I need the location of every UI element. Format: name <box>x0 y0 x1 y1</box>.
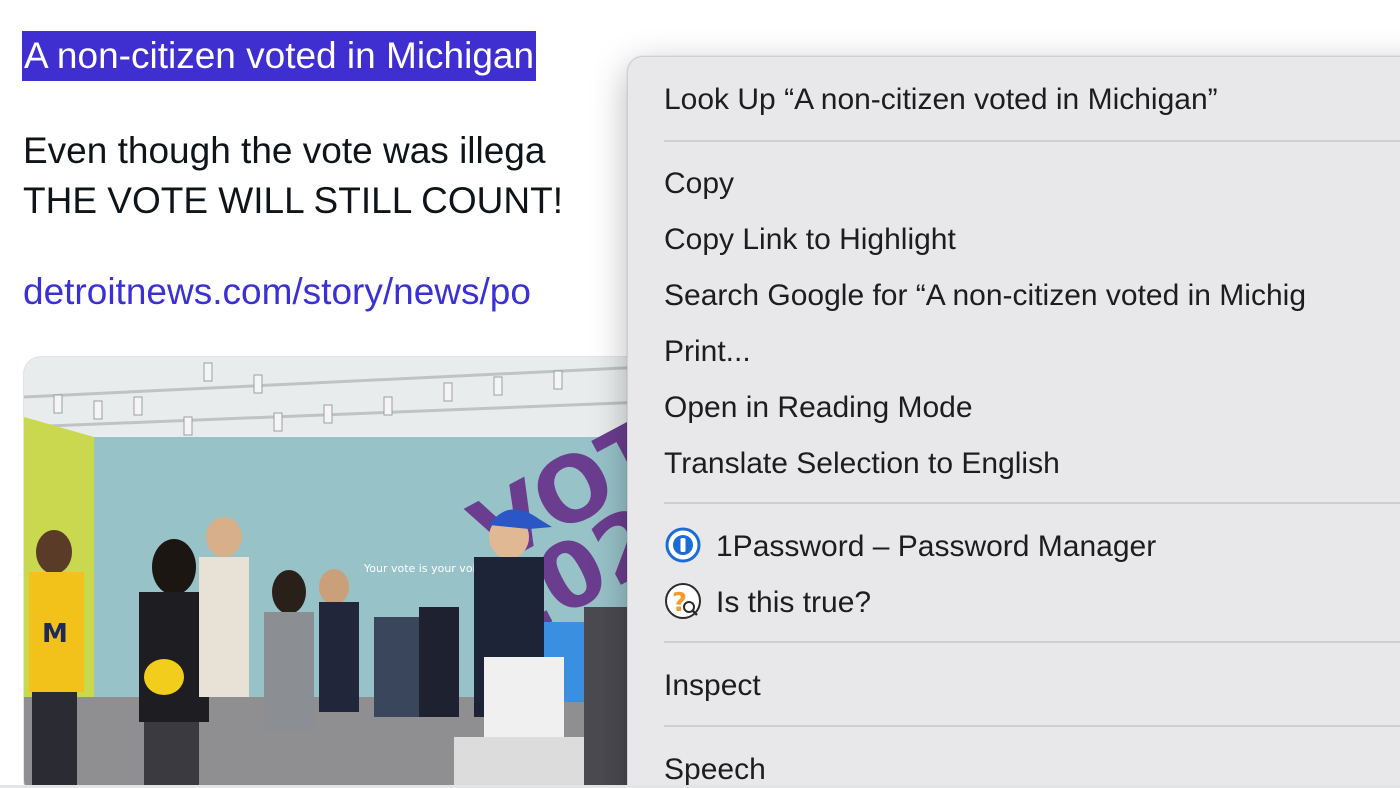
menu-item-speech[interactable]: Speech <box>628 742 1400 788</box>
photo-wall-caption: Your vote is your voic <box>363 562 482 575</box>
browser-page: A non-citizen voted in Michigan Even tho… <box>0 0 1400 788</box>
menu-item-1password-label: 1Password – Password Manager <box>716 530 1157 563</box>
menu-item-is-this-true[interactable]: ? Is this true? <box>628 575 1400 631</box>
question-search-icon: ? <box>664 582 702 620</box>
article-link[interactable]: detroitnews.com/story/news/po <box>23 267 531 317</box>
menu-item-copy-link-label: Copy Link to Highlight <box>664 223 956 256</box>
menu-item-copy-link-to-highlight[interactable]: Copy Link to Highlight <box>628 212 1400 268</box>
menu-item-1password[interactable]: 1Password – Password Manager <box>628 519 1400 575</box>
article-photo-card[interactable]: VOTE 202 Your vote is your voic M <box>23 356 645 788</box>
menu-item-look-up[interactable]: Look Up “A non-citizen voted in Michigan… <box>628 72 1400 128</box>
menu-item-print-label: Print... <box>664 335 751 368</box>
1password-icon <box>664 526 702 564</box>
menu-item-reading-mode-label: Open in Reading Mode <box>664 391 973 424</box>
menu-item-speech-label: Speech <box>664 753 766 786</box>
menu-item-search-google[interactable]: Search Google for “A non-citizen voted i… <box>628 268 1400 324</box>
voters-photo: VOTE 202 Your vote is your voic M <box>24 357 644 788</box>
menu-item-search-google-label: Search Google for “A non-citizen voted i… <box>664 279 1306 312</box>
tweet-body: Even though the vote was illega THE VOTE… <box>23 126 643 226</box>
menu-item-is-this-true-label: Is this true? <box>716 586 872 619</box>
menu-item-translate-label: Translate Selection to English <box>664 447 1060 480</box>
photo-jersey-letter: M <box>42 619 68 649</box>
menu-item-look-up-label: Look Up “A non-citizen voted in Michigan… <box>664 83 1218 116</box>
selected-headline-text[interactable]: A non-citizen voted in Michigan <box>22 31 537 81</box>
menu-item-copy-label: Copy <box>664 167 735 200</box>
context-menu: Look Up “A non-citizen voted in Michigan… <box>627 56 1400 788</box>
menu-item-inspect[interactable]: Inspect <box>628 658 1400 714</box>
menu-item-inspect-label: Inspect <box>664 669 761 702</box>
menu-item-copy[interactable]: Copy <box>628 156 1400 212</box>
menu-item-open-reading-mode[interactable]: Open in Reading Mode <box>628 380 1400 436</box>
menu-separator <box>664 725 1400 727</box>
tweet-body-line-1: Even though the vote was illega <box>23 130 546 171</box>
menu-item-print[interactable]: Print... <box>628 324 1400 380</box>
menu-separator <box>664 140 1400 142</box>
menu-item-translate-selection[interactable]: Translate Selection to English <box>628 436 1400 492</box>
tweet-body-line-2: THE VOTE WILL STILL COUNT! <box>23 180 564 221</box>
menu-separator <box>664 502 1400 504</box>
menu-separator <box>664 641 1400 643</box>
